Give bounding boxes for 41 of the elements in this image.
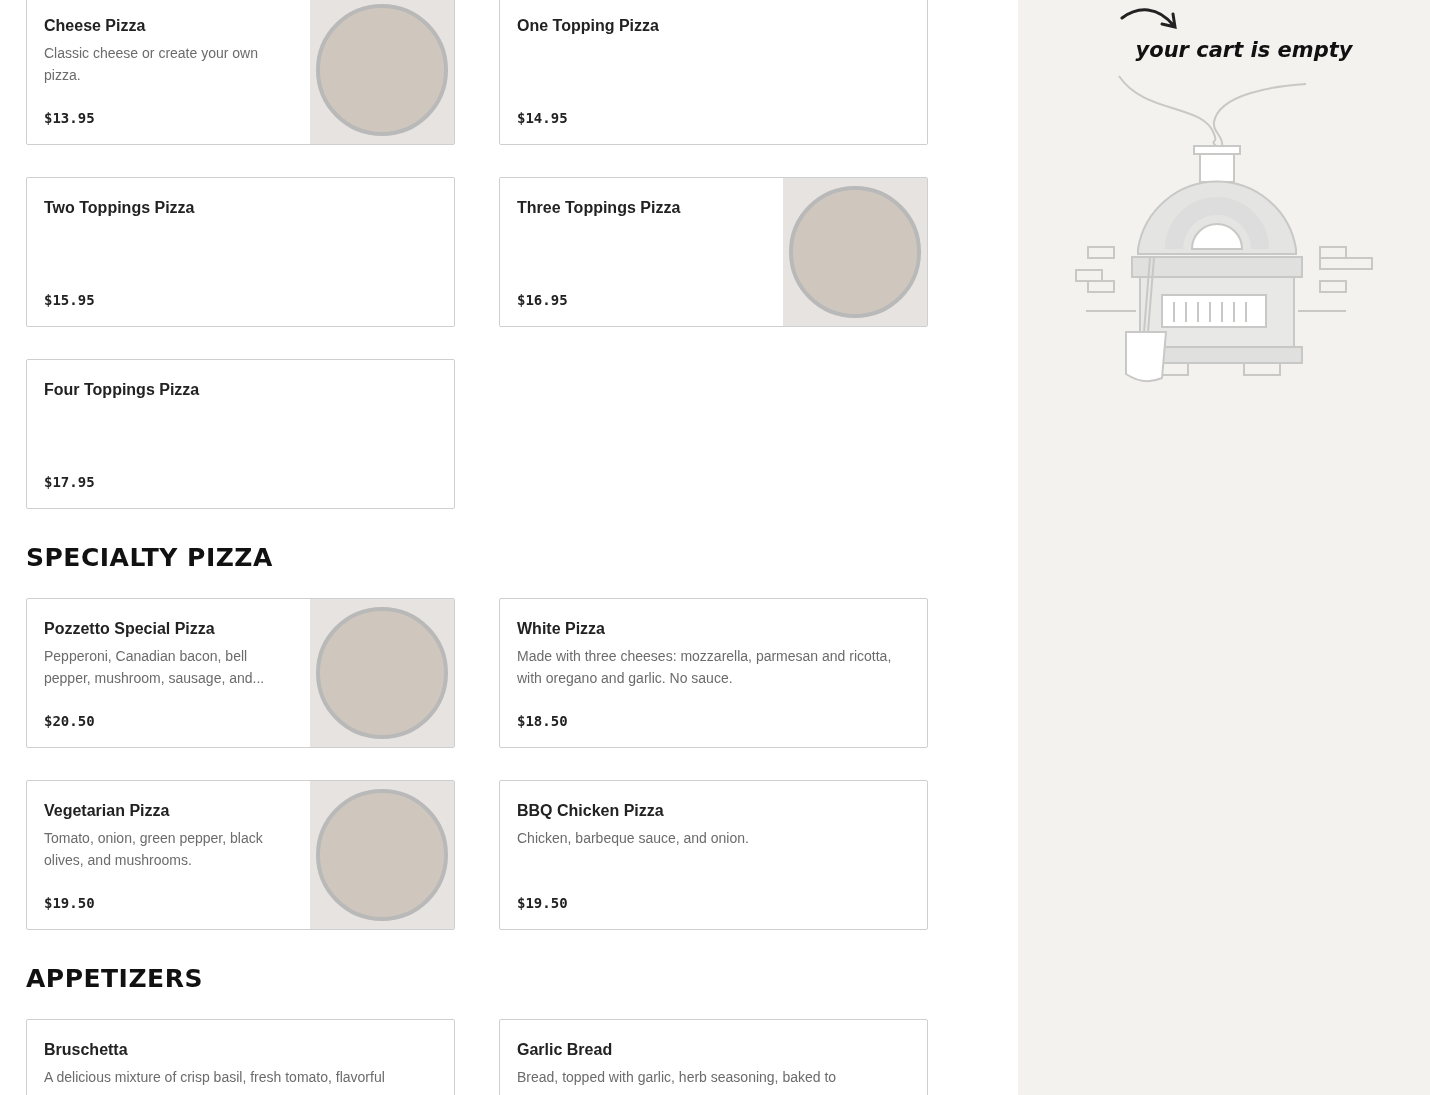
menu-item-card[interactable]: BBQ Chicken Pizza Chicken, barbeque sauce, and onion. $19.50 <box>499 780 928 930</box>
item-name: One Topping Pizza <box>517 16 660 36</box>
item-price: $17.95 <box>44 474 96 490</box>
menu-item-card[interactable]: Two Toppings Pizza $15.95 <box>26 177 455 327</box>
item-name: Bruschetta <box>44 1040 129 1060</box>
item-name: Four Toppings Pizza <box>44 380 201 400</box>
item-price: $20.50 <box>44 713 96 729</box>
item-name: Garlic Bread <box>517 1040 614 1060</box>
item-name: BBQ Chicken Pizza <box>517 801 665 821</box>
menu-item-card[interactable]: Bruschetta A delicious mixture of crisp basil, fresh tomato, flavorful <box>26 1019 455 1095</box>
menu-item-card[interactable]: Garlic Bread Bread, topped with garlic, herb seasoning, baked to <box>499 1019 928 1095</box>
menu-item-card[interactable]: Three Toppings Pizza $16.95 <box>499 177 928 327</box>
item-description: Tomato, onion, green pepper, black olives, and mushrooms. <box>44 829 264 870</box>
menu-item-card[interactable]: Vegetarian Pizza Tomato, onion, green pepper, black olives, and mushrooms. $19.50 <box>26 780 455 930</box>
item-price: $14.95 <box>517 110 569 126</box>
menu-item-card[interactable]: Cheese Pizza Classic cheese or create your own pizza. $13.95 <box>26 0 455 145</box>
item-price: $13.95 <box>44 110 96 126</box>
section-heading: SPECIALTY PIZZA <box>26 544 274 572</box>
item-name: Pozzetto Special Pizza <box>44 619 216 639</box>
item-name: Two Toppings Pizza <box>44 198 196 218</box>
item-price: $19.50 <box>517 895 569 911</box>
item-price: $19.50 <box>44 895 96 911</box>
menu-item-card[interactable]: Four Toppings Pizza $17.95 <box>26 359 455 509</box>
item-description: Pepperoni, Canadian bacon, bell pepper, mushroom, sausage, and... <box>44 647 266 688</box>
item-description: Classic cheese or create your own pizza. <box>44 44 259 85</box>
item-price: $16.95 <box>517 292 569 308</box>
empty-cart-message: your cart is empty <box>1135 38 1353 62</box>
menu-item-card[interactable]: One Topping Pizza $14.95 <box>499 0 928 145</box>
section-heading: APPETIZERS <box>26 965 204 993</box>
item-description: Chicken, barbeque sauce, and onion. <box>517 829 750 848</box>
item-name: Cheese Pizza <box>44 16 147 36</box>
item-name: Three Toppings Pizza <box>517 198 682 218</box>
item-description: Made with three cheeses: mozzarella, parmesan and ricotta, with oregano and garlic. No sauce. <box>517 647 893 688</box>
item-price: $15.95 <box>44 292 96 308</box>
item-name: White Pizza <box>517 619 606 639</box>
item-name: Vegetarian Pizza <box>44 801 171 821</box>
item-price: $18.50 <box>517 713 569 729</box>
menu-item-card[interactable]: Pozzetto Special Pizza Pepperoni, Canadian bacon, bell pepper, mushroom, sausage, and... $20.50 <box>26 598 455 748</box>
item-description: A delicious mixture of crisp basil, fresh tomato, flavorful <box>44 1068 386 1087</box>
item-description: Bread, topped with garlic, herb seasoning, baked to <box>517 1068 838 1087</box>
menu-item-card[interactable]: White Pizza Made with three cheeses: mozzarella, parmesan and ricotta, with oregano and garlic. No sauce. $18.50 <box>499 598 928 748</box>
